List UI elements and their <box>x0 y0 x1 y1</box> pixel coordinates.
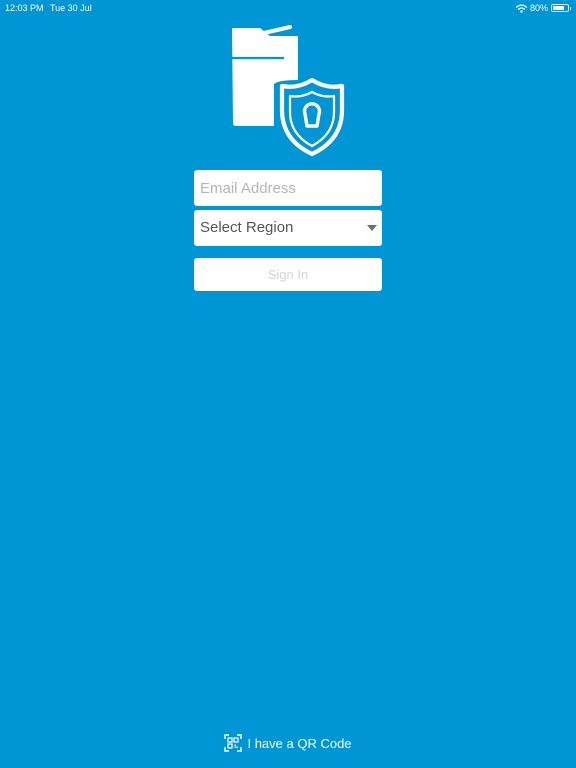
sign-in-button[interactable]: Sign In <box>194 258 382 291</box>
status-bar: 12:03 PM Tue 30 Jul 80% <box>0 0 576 14</box>
status-time: 12:03 PM <box>5 3 44 13</box>
printer-shield-lock-logo <box>232 25 345 157</box>
login-form: Select Region Sign In <box>194 170 382 291</box>
battery-icon <box>551 4 571 12</box>
status-date: Tue 30 Jul <box>50 3 92 13</box>
battery-fill <box>553 6 565 10</box>
status-indicators: 80% <box>515 1 571 15</box>
region-select-label: Select Region <box>200 219 294 236</box>
wifi-icon <box>515 4 527 13</box>
battery-percent: 80% <box>529 3 548 13</box>
qr-scan-icon <box>224 734 243 752</box>
chevron-down-icon <box>367 225 377 231</box>
qr-code-link[interactable]: I have a QR Code <box>0 733 576 753</box>
battery-cap <box>569 7 571 10</box>
qr-code-label: I have a QR Code <box>247 735 352 751</box>
email-field[interactable] <box>194 170 382 206</box>
region-select[interactable]: Select Region <box>194 210 382 246</box>
